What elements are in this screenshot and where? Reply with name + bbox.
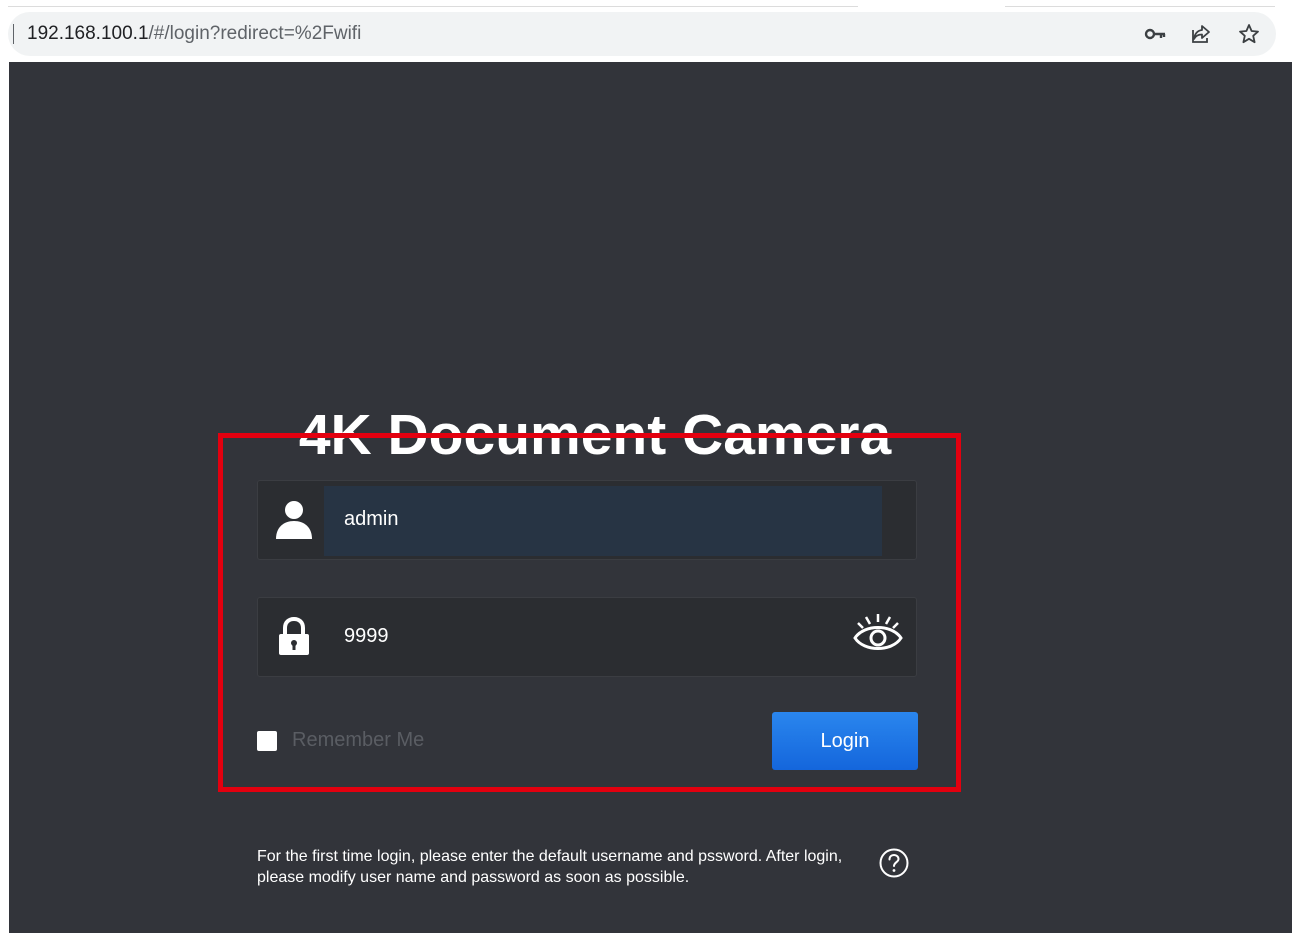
username-value: admin bbox=[344, 508, 399, 530]
url-path: /#/login?redirect=%2Fwifi bbox=[148, 23, 362, 44]
password-field[interactable]: 9999 bbox=[257, 597, 917, 677]
password-value: 9999 bbox=[344, 625, 389, 647]
text-cursor bbox=[13, 24, 14, 44]
remember-me-checkbox[interactable] bbox=[257, 731, 277, 751]
url-host: 192.168.100.1 bbox=[27, 23, 149, 44]
star-icon[interactable] bbox=[1237, 22, 1261, 46]
eye-icon[interactable] bbox=[852, 610, 904, 654]
help-icon[interactable] bbox=[878, 847, 910, 879]
key-icon[interactable] bbox=[1143, 22, 1167, 46]
username-input[interactable] bbox=[324, 486, 882, 556]
help-message: For the first time login, please enter t… bbox=[257, 848, 843, 886]
tab-strip-line bbox=[8, 6, 858, 7]
share-icon[interactable] bbox=[1189, 22, 1213, 46]
remember-me-label[interactable]: Remember Me bbox=[292, 729, 424, 752]
url-text[interactable]: 192.168.100.1/#/login?redirect=%2Fwifi bbox=[27, 23, 361, 45]
username-field[interactable]: admin bbox=[257, 480, 917, 560]
lock-icon bbox=[274, 616, 314, 658]
login-button[interactable]: Login bbox=[772, 712, 918, 770]
browser-toolbar: 192.168.100.1/#/login?redirect=%2Fwifi bbox=[0, 0, 1296, 62]
user-icon bbox=[274, 499, 314, 541]
tab-strip-line bbox=[1005, 6, 1275, 7]
